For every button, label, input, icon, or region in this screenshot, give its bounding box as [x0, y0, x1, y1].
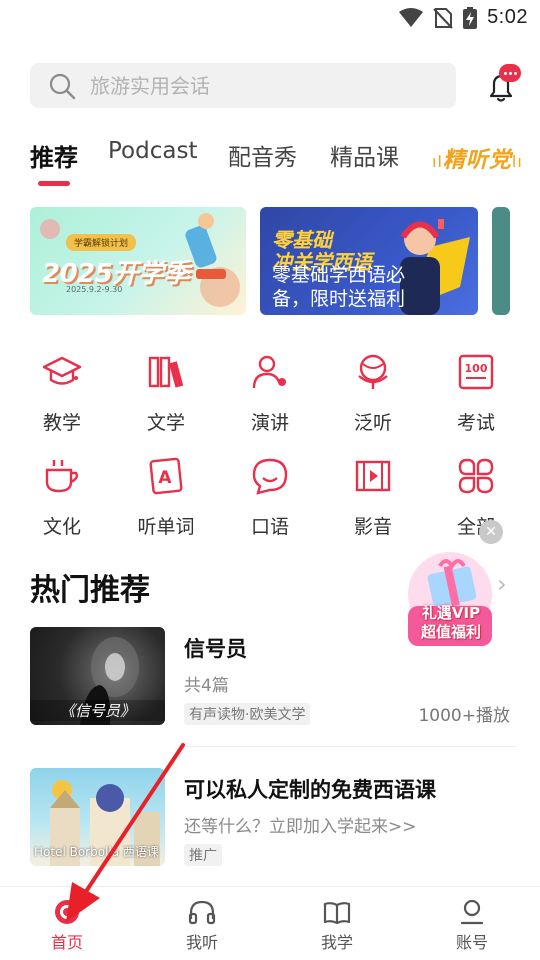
books-icon — [148, 356, 184, 388]
tab-active-indicator — [38, 181, 70, 186]
score-100-icon: 100 — [458, 354, 494, 390]
category-all[interactable]: 全部 — [436, 456, 516, 539]
thumbnail-caption: Hotel Borbolla 西语课 — [34, 845, 159, 859]
sound-wave-icon: ıl — [432, 152, 443, 171]
bottom-nav: 首页 我听 我学 账号 — [0, 886, 540, 960]
battery-charging-icon — [463, 6, 478, 29]
film-icon — [355, 460, 391, 492]
category-label: 文化 — [42, 516, 81, 538]
banner-back-to-school[interactable]: 学霸解锁计划 2025开学季 2025.9.2-9.30 — [30, 207, 246, 315]
category-literature[interactable]: 文学 — [126, 352, 206, 435]
close-icon[interactable]: ✕ — [479, 520, 503, 544]
tab-intensive-listening[interactable]: ıl精听党lı — [432, 142, 523, 174]
item-title: 信号员 — [184, 637, 247, 661]
grid-all-icon — [458, 458, 494, 494]
no-sim-icon — [433, 7, 453, 29]
banner-subtitle: 零基础学西语必备，限时送福利 — [272, 264, 406, 310]
item-subtitle: 共4篇 — [184, 676, 229, 696]
clock: 5:02 — [487, 6, 528, 28]
status-bar: 5:02 — [0, 0, 540, 38]
category-label: 泛听 — [353, 412, 392, 434]
category-exam[interactable]: 100 考试 — [436, 352, 516, 435]
nav-label: 账号 — [455, 933, 488, 952]
nav-label: 我听 — [185, 933, 218, 952]
category-label: 全部 — [456, 516, 495, 538]
speaker-person-icon — [252, 355, 286, 389]
item-tag: 推广 — [184, 844, 222, 866]
item-tag: 有声读物·欧美文学 — [184, 703, 311, 725]
coffee-cup-icon — [45, 460, 79, 493]
status-icons: 5:02 — [399, 6, 528, 29]
graduation-cap-icon — [42, 356, 82, 385]
category-video-audio[interactable]: 影音 — [333, 456, 413, 539]
category-label: 教学 — [42, 412, 81, 434]
user-icon — [460, 899, 484, 925]
nav-account[interactable]: 账号 — [432, 899, 512, 953]
home-logo-icon — [55, 900, 79, 924]
open-book-icon — [323, 902, 351, 925]
wifi-icon — [399, 7, 424, 27]
nav-label: 首页 — [50, 933, 83, 952]
category-speech[interactable]: 演讲 — [230, 352, 310, 435]
chevron-right-icon[interactable]: › — [497, 570, 507, 598]
category-teaching[interactable]: 教学 — [22, 352, 102, 435]
list-item[interactable]: Hotel Borbolla 西语课 可以私人定制的免费西语课 还等什么？立即加… — [30, 768, 516, 868]
globe-icon — [358, 354, 388, 389]
notification-badge — [499, 64, 521, 82]
search-input[interactable] — [88, 72, 408, 99]
headphones-icon — [188, 900, 216, 925]
search-icon — [49, 73, 76, 99]
tab-premium-course[interactable]: 精品课 — [330, 138, 399, 172]
search-bar[interactable] — [30, 63, 456, 108]
banner-tag: 学霸解锁计划 — [66, 234, 137, 251]
category-vocab-listening[interactable]: A 听单词 — [126, 456, 206, 539]
thumbnail-caption: 《信号员》 — [30, 700, 165, 721]
item-subtitle: 还等什么？立即加入学起来>> — [184, 817, 417, 837]
svg-text:A: A — [158, 468, 172, 488]
category-extensive-listening[interactable]: 泛听 — [333, 352, 413, 435]
category-culture[interactable]: 文化 — [22, 456, 102, 539]
nav-my-study[interactable]: 我学 — [297, 899, 377, 953]
category-label: 口语 — [250, 516, 289, 538]
tab-podcast[interactable]: Podcast — [108, 138, 197, 164]
category-speaking[interactable]: 口语 — [230, 456, 310, 539]
speech-bubble-icon — [252, 458, 288, 495]
category-label: 文学 — [146, 412, 185, 434]
category-label: 听单词 — [137, 516, 195, 538]
item-play-count: 1000+播放 — [418, 706, 510, 726]
tab-recommend[interactable]: 推荐 — [30, 138, 78, 173]
word-card-icon: A — [149, 457, 183, 495]
item-thumbnail: 《信号员》 — [30, 627, 165, 725]
banner-date: 2025.9.2-9.30 — [66, 285, 123, 294]
category-label: 演讲 — [250, 412, 289, 434]
item-thumbnail: Hotel Borbolla 西语课 — [30, 768, 165, 866]
nav-my-listening[interactable]: 我听 — [162, 899, 242, 953]
item-title: 可以私人定制的免费西语课 — [184, 778, 436, 802]
nav-home[interactable]: 首页 — [27, 899, 107, 953]
tab-dubbing[interactable]: 配音秀 — [228, 138, 297, 172]
divider — [183, 746, 516, 747]
list-item[interactable]: 《信号员》 信号员 共4篇 有声读物·欧美文学 1000+播放 — [30, 627, 516, 727]
banner-spanish-beginner[interactable]: 零基础 冲关学西语 零基础学西语必备，限时送福利 — [260, 207, 478, 315]
svg-text:100: 100 — [465, 362, 488, 375]
nav-label: 我学 — [320, 933, 353, 952]
banner-partial[interactable] — [492, 207, 510, 315]
section-title: 热门推荐 — [30, 573, 150, 608]
category-label: 影音 — [353, 516, 392, 538]
category-label: 考试 — [456, 412, 495, 434]
